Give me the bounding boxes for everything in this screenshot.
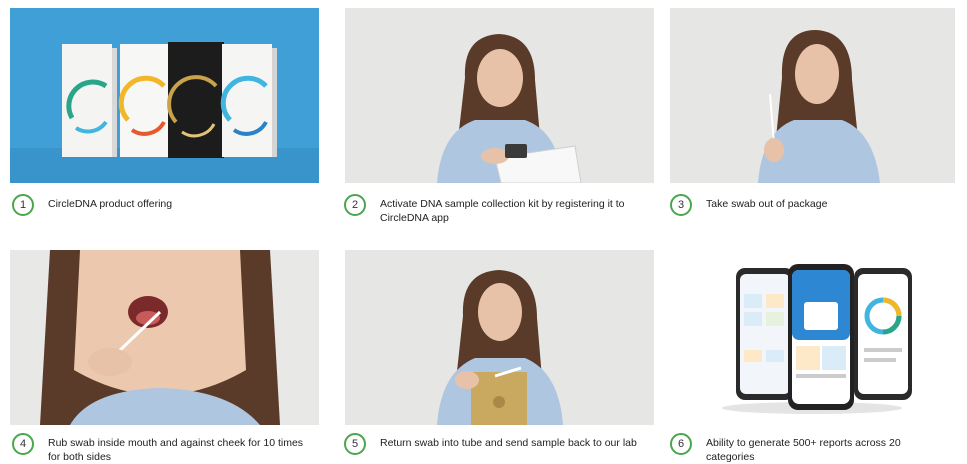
- mouth-swab-image: [10, 250, 319, 425]
- step-number-badge: 5: [344, 433, 366, 455]
- step-4: 4 Rub swab inside mouth and against chee…: [12, 433, 321, 464]
- woman-with-kit-image: [345, 8, 654, 183]
- step-caption: Activate DNA sample collection kit by re…: [380, 198, 625, 224]
- app-phones-image: [670, 250, 955, 425]
- step-6: 6 Ability to generate 500+ reports acros…: [670, 433, 955, 464]
- step-3: 3 Take swab out of package: [670, 194, 955, 216]
- woman-holding-swab-image: [670, 8, 955, 183]
- step-1: 1 CircleDNA product offering: [12, 194, 321, 216]
- step-number-badge: 6: [670, 433, 692, 455]
- step-2: 2 Activate DNA sample collection kit by …: [344, 194, 654, 225]
- product-boxes-image: [10, 8, 319, 183]
- step-caption: CircleDNA product offering: [48, 198, 173, 210]
- step-number-badge: 2: [344, 194, 366, 216]
- step-caption: Take swab out of package: [706, 198, 828, 210]
- step-caption: Rub swab inside mouth and against cheek …: [48, 437, 304, 463]
- step-number-badge: 3: [670, 194, 692, 216]
- step-caption: Return swab into tube and send sample ba…: [380, 437, 637, 449]
- step-5: 5 Return swab into tube and send sample …: [344, 433, 654, 455]
- step-number-badge: 4: [12, 433, 34, 455]
- step-number-badge: 1: [12, 194, 34, 216]
- step-caption: Ability to generate 500+ reports across …: [706, 437, 901, 463]
- woman-with-envelope-image: [345, 250, 654, 425]
